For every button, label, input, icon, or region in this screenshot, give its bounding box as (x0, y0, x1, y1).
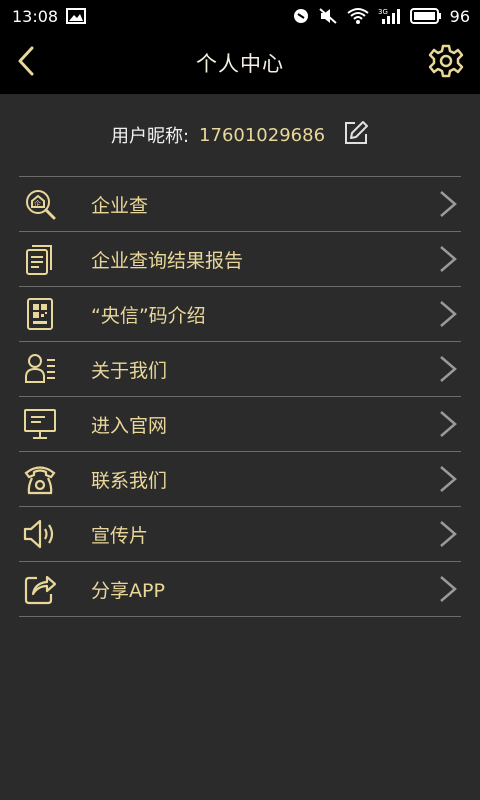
menu-item-website[interactable]: 进入官网 (19, 397, 461, 452)
battery-level: 96 (449, 6, 470, 26)
settings-button[interactable] (428, 43, 464, 83)
menu-item-label: 企业查询结果报告 (91, 249, 244, 272)
enterprise-search-icon: 企 (21, 185, 59, 223)
chevron-right-icon (437, 410, 459, 438)
chevron-right-icon (437, 300, 459, 328)
chevron-right-icon (437, 355, 459, 383)
share-icon (21, 570, 59, 608)
back-chevron-icon (14, 45, 38, 81)
status-time: 13:08 (12, 6, 59, 26)
menu-item-report[interactable]: 企业查询结果报告 (19, 232, 461, 287)
chevron-right-icon (437, 465, 459, 493)
menu-item-contact[interactable]: 联系我们 (19, 452, 461, 507)
nickname-row: 用户昵称: 17601029686 (0, 94, 480, 176)
edit-nickname-button[interactable] (343, 120, 369, 151)
chevron-right-icon (437, 520, 459, 548)
document-report-icon (21, 240, 59, 278)
do-not-disturb-icon (292, 7, 310, 25)
menu-item-enterprise-search[interactable]: 企 企业查 (19, 177, 461, 232)
qr-code-icon (21, 295, 59, 333)
image-icon (66, 8, 87, 24)
menu-item-label: “央信”码介绍 (91, 304, 206, 327)
menu-item-about[interactable]: 关于我们 (19, 342, 461, 397)
back-button[interactable] (14, 45, 38, 81)
telephone-icon (21, 460, 59, 498)
menu-list: 企 企业查 企业查询结果报告 “央信”码介绍 关于我们 进入官网 联系我们 宣传… (19, 176, 461, 617)
nickname-value: 17601029686 (199, 124, 326, 146)
mute-icon (318, 7, 338, 25)
nickname-label: 用户昵称: (110, 126, 190, 147)
menu-item-promo-video[interactable]: 宣传片 (19, 507, 461, 562)
svg-text:企: 企 (34, 199, 41, 208)
menu-item-share[interactable]: 分享APP (19, 562, 461, 617)
monitor-icon (21, 405, 59, 443)
signal-icon: 3G (378, 7, 402, 25)
menu-item-qr-intro[interactable]: “央信”码介绍 (19, 287, 461, 342)
menu-item-label: 进入官网 (91, 414, 168, 437)
title-bar: 个人中心 (0, 32, 480, 94)
menu-item-label: 企业查 (91, 194, 149, 217)
menu-item-label: 宣传片 (91, 524, 149, 547)
menu-item-label: 关于我们 (91, 359, 168, 382)
battery-icon (409, 8, 442, 24)
speaker-icon (21, 515, 59, 553)
svg-text:3G: 3G (378, 8, 388, 16)
contact-card-icon (21, 350, 59, 388)
gear-icon (428, 43, 464, 83)
edit-icon (343, 120, 369, 151)
chevron-right-icon (437, 245, 459, 273)
menu-item-label: 分享APP (91, 579, 165, 602)
chevron-right-icon (437, 575, 459, 603)
menu-item-label: 联系我们 (91, 469, 168, 492)
status-bar: 13:08 3G 96 (0, 0, 480, 32)
page-title: 个人中心 (196, 52, 284, 76)
chevron-right-icon (437, 190, 459, 218)
wifi-icon (346, 7, 370, 25)
